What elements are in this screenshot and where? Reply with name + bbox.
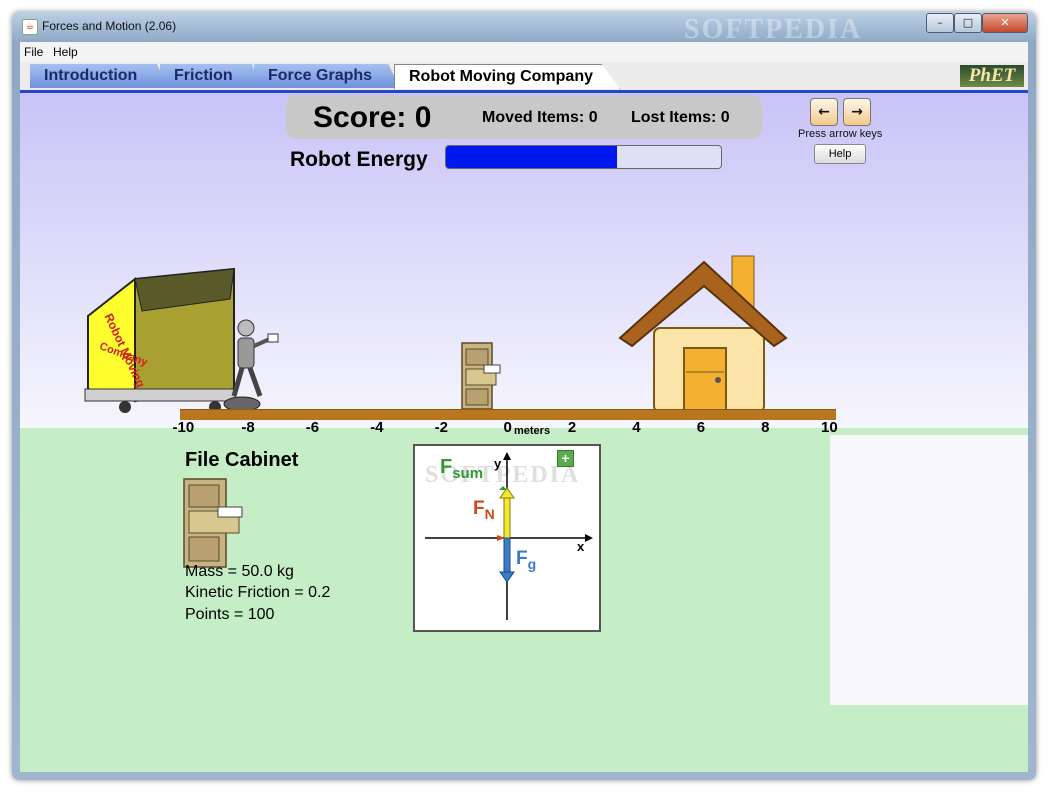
close-button[interactable]: ✕: [982, 13, 1028, 33]
axis-tick-label: 6: [696, 419, 706, 436]
fg-label: Fg: [516, 548, 537, 572]
axis-tick-label: -2: [434, 419, 448, 436]
client-area: File Help Introduction Friction Force Gr…: [20, 42, 1028, 772]
fsum-label: Fsum: [440, 456, 484, 482]
item-mass: Mass = 50.0 kg: [185, 563, 294, 580]
item-name: File Cabinet: [185, 449, 299, 471]
title-bar[interactable]: ☕ Forces and Motion (2.06) SOFTPEDIA – □…: [12, 12, 1036, 45]
app-window: ☕ Forces and Motion (2.06) SOFTPEDIA – □…: [12, 12, 1036, 780]
simulation-stage: Score: 0 Moved Items: 0 Lost Items: 0 Ro…: [20, 93, 1028, 772]
arrow-keys-hint: Press arrow keys: [798, 128, 883, 140]
robot-energy-bar: [445, 145, 722, 169]
tab-friction[interactable]: Friction: [160, 64, 260, 88]
help-button[interactable]: Help: [814, 144, 866, 164]
fn-label: FN: [473, 498, 495, 522]
axis-tick-label: 2: [567, 419, 577, 436]
axis-tick-label: -8: [241, 419, 255, 436]
axis-tick-label: -6: [305, 419, 320, 436]
axis-tick-label: 4: [632, 419, 641, 436]
axis-tick-label: 10: [821, 419, 838, 436]
minimize-button[interactable]: –: [926, 13, 954, 33]
tab-force-graphs[interactable]: Force Graphs: [254, 64, 400, 88]
axis-tick-label: -10: [172, 419, 195, 436]
free-body-diagram: SOFTPEDIA + Fsum FN Fg x y: [413, 444, 601, 632]
file-cabinet-image: [183, 478, 243, 568]
fbd-add-button[interactable]: +: [557, 450, 574, 467]
item-points: Points = 100: [185, 606, 275, 623]
off-ground-area: [830, 435, 1028, 705]
axis-unit-label: meters: [514, 425, 551, 437]
lost-items-label: Lost Items: 0: [631, 109, 730, 126]
axis-tick-label: 8: [761, 419, 770, 436]
fbd-y-axis-label: y: [494, 456, 502, 471]
window-title: Forces and Motion (2.06): [42, 19, 177, 33]
moving-truck: Robot Moving Company: [84, 267, 236, 413]
phet-logo[interactable]: PhET: [960, 65, 1024, 87]
robot-energy-label: Robot Energy: [290, 148, 428, 171]
moved-items-label: Moved Items: 0: [482, 109, 598, 126]
robot-figure: [223, 319, 279, 412]
tab-bar: Introduction Friction Force Graphs Robot…: [20, 62, 1028, 93]
house: [618, 255, 788, 413]
java-cup-icon: ☕: [22, 19, 38, 35]
tab-robot-moving-company[interactable]: Robot Moving Company: [394, 64, 620, 89]
maximize-button[interactable]: □: [954, 13, 982, 33]
robot-energy-fill: [446, 146, 617, 168]
file-cabinet-object[interactable]: [460, 341, 510, 411]
menu-help[interactable]: Help: [53, 45, 78, 59]
fbd-x-axis-label: x: [577, 539, 585, 554]
axis-tick-label: 0: [503, 419, 512, 436]
tab-introduction[interactable]: Introduction: [30, 64, 168, 88]
axis-tick-label: -4: [370, 419, 384, 436]
score-label: Score: 0: [313, 101, 432, 134]
score-panel: Score: 0 Moved Items: 0 Lost Items: 0: [286, 95, 762, 139]
menu-file[interactable]: File: [24, 45, 43, 59]
menu-bar: File Help: [20, 42, 1028, 62]
right-arrow-button[interactable]: →: [843, 98, 871, 126]
left-arrow-button[interactable]: ←: [810, 98, 838, 126]
item-kinetic-friction: Kinetic Friction = 0.2: [185, 584, 331, 601]
